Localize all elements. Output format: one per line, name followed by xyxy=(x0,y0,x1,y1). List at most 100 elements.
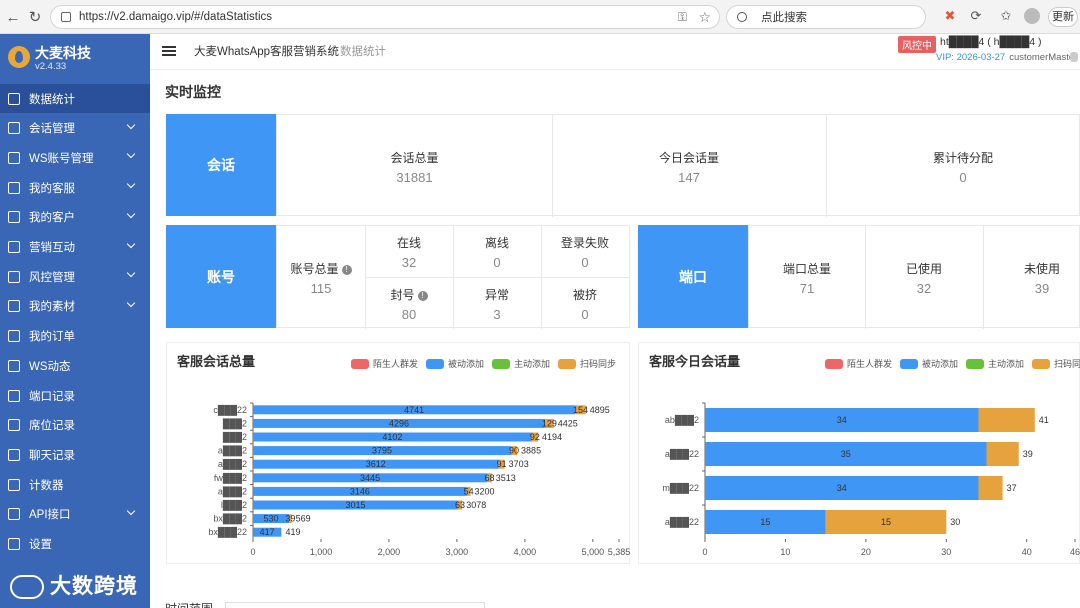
sidebar-item-11[interactable]: 席位记录 xyxy=(0,411,150,440)
watermark: 大数跨境 xyxy=(10,570,138,600)
bar-segment[interactable] xyxy=(978,476,1003,500)
order-icon xyxy=(8,330,20,343)
bar-total-label: 419 xyxy=(285,527,300,537)
extension-icon[interactable]: ✖ xyxy=(942,8,958,24)
sidebar-item-13[interactable]: 计数器 xyxy=(0,470,150,499)
bar-value-label: 54 xyxy=(464,486,474,496)
category-label: a███22 xyxy=(665,516,699,528)
category-label: m███22 xyxy=(662,482,699,494)
user-icon xyxy=(8,211,20,224)
site-info-icon[interactable] xyxy=(61,12,71,22)
bar-value-label: 417 xyxy=(260,527,275,537)
seat-icon xyxy=(8,419,20,432)
bar-value-label: 4296 xyxy=(389,418,409,428)
bar-value-label: 4741 xyxy=(404,405,424,415)
bar-total-label: 3513 xyxy=(496,473,516,483)
profile-avatar[interactable] xyxy=(1024,8,1040,24)
x-tick-label: 5,000 xyxy=(582,547,605,557)
sidebar-item-5[interactable]: 营销互动 xyxy=(0,233,150,262)
sidebar: 大麦科技 v2.4.33 大数跨境 数据统计会话管理 WS账号管理 我的客服 我的客户… xyxy=(0,34,150,608)
breadcrumb-current: 数据统计 xyxy=(340,46,386,58)
sidebar-item-10[interactable]: 端口记录 xyxy=(0,381,150,410)
app-version: v2.4.33 xyxy=(35,61,67,72)
sidebar-item-3[interactable]: 我的客服 xyxy=(0,173,150,202)
session-tile: 会话 xyxy=(166,114,276,216)
breadcrumb-root[interactable]: 大麦WhatsApp客服营销系统 xyxy=(194,43,339,59)
address-bar[interactable]: https://v2.damaigo.vip/#/dataStatistics … xyxy=(50,5,720,29)
reload-icon[interactable]: ↻ xyxy=(24,6,46,28)
chevron-down-icon xyxy=(126,506,136,516)
account-total-stat: 账号总量! 115 xyxy=(277,260,365,296)
key-icon[interactable]: ⚿ xyxy=(678,10,687,25)
category-label: ███2 xyxy=(223,417,247,429)
category-label: a███22 xyxy=(665,448,699,460)
scrollbar[interactable] xyxy=(1070,52,1078,62)
account-tile: 账号 xyxy=(166,225,276,328)
bar-total-label: 37 xyxy=(1007,483,1017,493)
bar-value-label: 3015 xyxy=(345,500,365,510)
bar-total-label: 569 xyxy=(296,514,311,524)
chevron-down-icon xyxy=(126,209,136,219)
bar-segment[interactable] xyxy=(986,442,1019,466)
sidebar-item-1[interactable]: 会话管理 xyxy=(0,114,150,143)
sidebar-item-12[interactable]: 聊天记录 xyxy=(0,440,150,469)
port-total-stat: 端口总量 71 xyxy=(782,262,831,296)
x-tick-label: 20 xyxy=(861,547,871,557)
chevron-down-icon xyxy=(126,239,136,248)
back-icon[interactable]: ← xyxy=(2,6,24,28)
bar-value-label: 68 xyxy=(484,473,494,483)
port-unused-stat: 未使用 39 xyxy=(1023,262,1060,296)
browser-toolbar: ← ↻ https://v2.damaigo.vip/#/dataStatist… xyxy=(0,0,1080,34)
bar-value-label: 3612 xyxy=(366,459,386,469)
account-name[interactable]: ht████4 ( h████4 ) xyxy=(940,36,1042,48)
sidebar-item-label: 风控管理 xyxy=(29,271,75,284)
brand-name: 大麦科技 xyxy=(35,45,91,61)
chart-today-sessions: 客服今日会话量 陌生人群发被动添加主动添加扫码同步 01020304046ab█… xyxy=(638,342,1080,564)
megaphone-icon xyxy=(8,241,20,253)
sidebar-item-14[interactable]: API接口 xyxy=(0,500,150,529)
bar-value-label: 4102 xyxy=(382,432,402,442)
sidebar-item-15[interactable]: 设置 xyxy=(0,530,150,559)
bar-segment[interactable] xyxy=(978,408,1035,432)
sidebar-item-6[interactable]: 风控管理 xyxy=(0,262,150,291)
sidebar-item-label: 端口记录 xyxy=(29,390,75,403)
menu-toggle-icon[interactable] xyxy=(162,46,176,56)
sidebar-item-0[interactable]: 数据统计 xyxy=(0,84,150,113)
sidebar-item-7[interactable]: 我的素材 xyxy=(0,292,150,321)
sidebar-item-9[interactable]: WS动态 xyxy=(0,351,150,380)
sidebar-item-label: 设置 xyxy=(29,539,52,551)
x-tick-label: 10 xyxy=(780,547,790,557)
sidebar-item-label: API接口 xyxy=(29,509,71,522)
bookmark-star-icon[interactable]: ☆ xyxy=(698,9,711,26)
sidebar-item-2[interactable]: WS账号管理 xyxy=(0,143,150,172)
port-icon xyxy=(8,389,20,402)
browser-search-box[interactable]: 点此搜索 xyxy=(726,5,926,29)
bar-total-label: 3885 xyxy=(521,446,541,456)
time-range-input[interactable] xyxy=(225,602,485,608)
update-button[interactable]: 更新 xyxy=(1048,7,1078,27)
category-label: ab███2 xyxy=(665,414,699,426)
calculator-icon xyxy=(8,478,20,491)
main-content: 实时监控 会话 会话总量 31881 今日会话量 147 累计待分配 0 账号 账号总… xyxy=(150,70,1080,608)
sidebar-item-4[interactable]: 我的客户 xyxy=(0,203,150,232)
bar-chart-svg: 0 10 20 30 40 46 ab███2 34 41 a███22 35 39 m███22 34 3… xyxy=(662,402,1080,557)
favorites-icon[interactable]: ✩ xyxy=(998,8,1014,24)
bar-total-label: 41 xyxy=(1039,415,1049,425)
info-icon[interactable]: ! xyxy=(341,264,352,275)
sidebar-item-8[interactable]: 我的订单 xyxy=(0,322,150,351)
sidebar-item-label: 聊天记录 xyxy=(29,449,75,462)
category-label: l███2 xyxy=(221,499,247,511)
refresh-extension-icon[interactable]: ⟳ xyxy=(968,8,984,24)
sidebar-item-label: 席位记录 xyxy=(29,420,75,433)
sidebar-item-label: 数据统计 xyxy=(29,93,75,106)
x-tick-label: 40 xyxy=(1022,547,1032,557)
category-label: a███2 xyxy=(218,445,247,457)
gear-icon xyxy=(8,122,20,135)
bar-value-label: 91 xyxy=(497,459,507,469)
bar-total-label: 4194 xyxy=(542,432,562,442)
category-label: c███22 xyxy=(213,404,247,416)
breadcrumb-separator: / xyxy=(331,43,335,57)
x-tick-label: 4,000 xyxy=(514,547,537,557)
info-icon[interactable]: ! xyxy=(417,290,428,301)
headset-icon xyxy=(8,181,20,194)
